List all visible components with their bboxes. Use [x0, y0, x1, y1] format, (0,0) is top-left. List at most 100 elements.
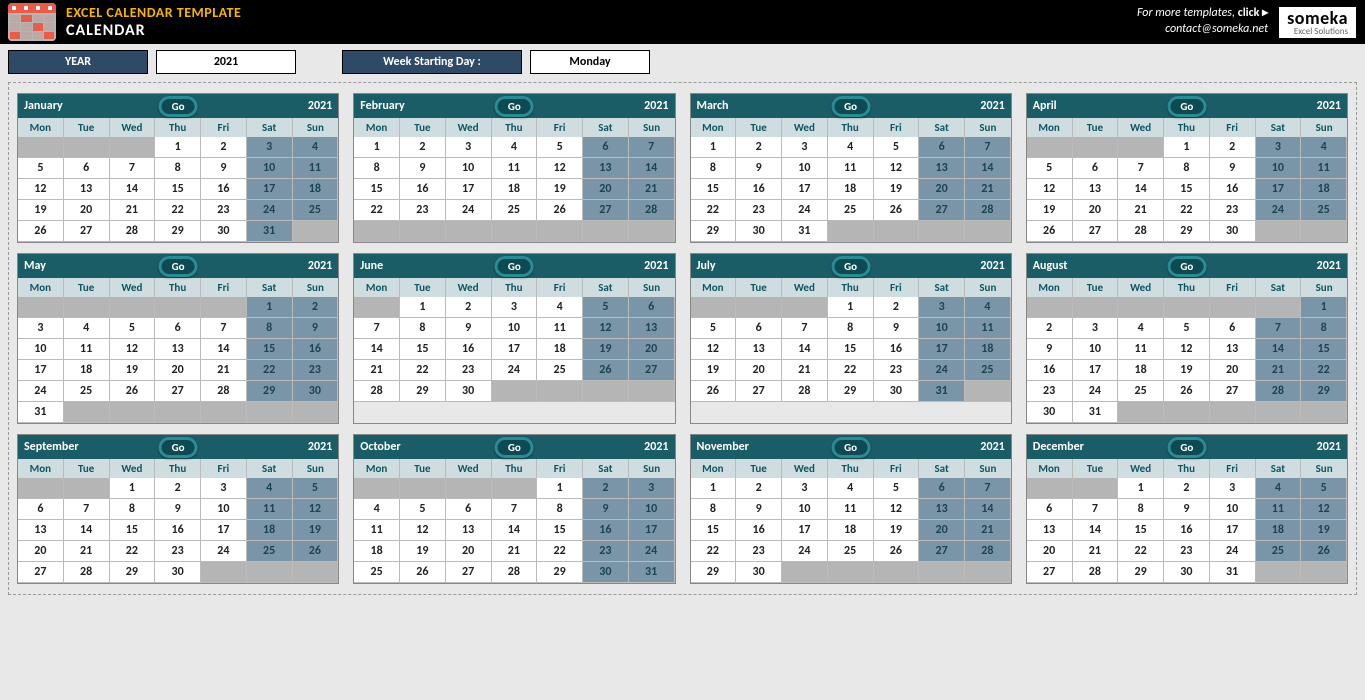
date-cell[interactable]: 9 [1210, 158, 1256, 179]
date-cell[interactable]: 23 [446, 360, 492, 381]
date-cell[interactable]: 3 [18, 318, 64, 339]
date-cell[interactable]: 22 [400, 360, 446, 381]
date-cell[interactable]: 11 [293, 158, 339, 179]
date-cell[interactable]: 3 [247, 137, 293, 158]
date-cell[interactable]: 7 [354, 318, 400, 339]
date-cell[interactable]: 27 [736, 381, 782, 402]
date-cell[interactable]: 31 [1073, 402, 1119, 423]
date-cell[interactable]: 25 [492, 200, 538, 221]
date-cell[interactable]: 25 [1301, 200, 1347, 221]
date-cell[interactable]: 2 [201, 137, 247, 158]
date-cell[interactable]: 4 [354, 499, 400, 520]
date-cell[interactable]: 1 [155, 137, 201, 158]
go-button[interactable]: Go [495, 437, 534, 458]
date-cell[interactable]: 16 [1210, 179, 1256, 200]
date-cell[interactable]: 10 [782, 158, 828, 179]
date-cell[interactable]: 22 [1164, 200, 1210, 221]
date-cell[interactable]: 12 [110, 339, 156, 360]
date-cell[interactable]: 16 [293, 339, 339, 360]
date-cell[interactable]: 13 [1073, 179, 1119, 200]
date-cell[interactable]: 5 [1164, 318, 1210, 339]
date-cell[interactable]: 14 [629, 158, 675, 179]
date-cell[interactable]: 27 [919, 541, 965, 562]
date-cell[interactable]: 15 [828, 339, 874, 360]
date-cell[interactable]: 13 [446, 520, 492, 541]
date-cell[interactable]: 25 [828, 200, 874, 221]
date-cell[interactable]: 30 [736, 221, 782, 242]
date-cell[interactable]: 19 [874, 520, 920, 541]
date-cell[interactable]: 1 [354, 137, 400, 158]
date-cell[interactable]: 13 [155, 339, 201, 360]
date-cell[interactable]: 30 [1164, 562, 1210, 583]
date-cell[interactable]: 27 [583, 200, 629, 221]
date-cell[interactable]: 28 [1073, 562, 1119, 583]
go-button[interactable]: Go [159, 437, 198, 458]
date-cell[interactable]: 18 [492, 179, 538, 200]
date-cell[interactable]: 18 [1256, 520, 1302, 541]
date-cell[interactable]: 4 [293, 137, 339, 158]
date-cell[interactable]: 26 [1301, 541, 1347, 562]
date-cell[interactable]: 2 [874, 297, 920, 318]
date-cell[interactable]: 7 [965, 478, 1011, 499]
date-cell[interactable]: 14 [782, 339, 828, 360]
date-cell[interactable]: 10 [1256, 158, 1302, 179]
date-cell[interactable]: 1 [110, 478, 156, 499]
date-cell[interactable]: 29 [1164, 221, 1210, 242]
date-cell[interactable]: 9 [1027, 339, 1073, 360]
date-cell[interactable]: 22 [247, 360, 293, 381]
date-cell[interactable]: 31 [247, 221, 293, 242]
date-cell[interactable]: 24 [1256, 200, 1302, 221]
date-cell[interactable]: 22 [691, 200, 737, 221]
date-cell[interactable]: 11 [828, 158, 874, 179]
date-cell[interactable]: 7 [1118, 158, 1164, 179]
date-cell[interactable]: 17 [1256, 179, 1302, 200]
date-cell[interactable]: 10 [247, 158, 293, 179]
date-cell[interactable]: 14 [110, 179, 156, 200]
date-cell[interactable]: 19 [1164, 360, 1210, 381]
date-cell[interactable]: 1 [828, 297, 874, 318]
date-cell[interactable]: 5 [293, 478, 339, 499]
date-cell[interactable]: 25 [828, 541, 874, 562]
date-cell[interactable]: 24 [492, 360, 538, 381]
go-button[interactable]: Go [1167, 256, 1206, 277]
date-cell[interactable]: 21 [201, 360, 247, 381]
date-cell[interactable]: 27 [1073, 221, 1119, 242]
date-cell[interactable]: 4 [1118, 318, 1164, 339]
date-cell[interactable]: 5 [874, 137, 920, 158]
date-cell[interactable]: 28 [201, 381, 247, 402]
date-cell[interactable]: 6 [629, 297, 675, 318]
date-cell[interactable]: 5 [110, 318, 156, 339]
date-cell[interactable]: 19 [537, 179, 583, 200]
date-cell[interactable]: 23 [201, 200, 247, 221]
date-cell[interactable]: 6 [64, 158, 110, 179]
date-cell[interactable]: 17 [492, 339, 538, 360]
date-cell[interactable]: 4 [1301, 137, 1347, 158]
date-cell[interactable]: 29 [155, 221, 201, 242]
date-cell[interactable]: 6 [1073, 158, 1119, 179]
date-cell[interactable]: 1 [1118, 478, 1164, 499]
date-cell[interactable]: 8 [247, 318, 293, 339]
date-cell[interactable]: 24 [18, 381, 64, 402]
date-cell[interactable]: 14 [965, 499, 1011, 520]
date-cell[interactable]: 8 [691, 158, 737, 179]
date-cell[interactable]: 8 [354, 158, 400, 179]
date-cell[interactable]: 7 [64, 499, 110, 520]
date-cell[interactable]: 13 [919, 499, 965, 520]
date-cell[interactable]: 3 [1256, 137, 1302, 158]
date-cell[interactable]: 25 [354, 562, 400, 583]
date-cell[interactable]: 20 [919, 179, 965, 200]
date-cell[interactable]: 30 [293, 381, 339, 402]
date-cell[interactable]: 8 [1301, 318, 1347, 339]
date-cell[interactable]: 24 [201, 541, 247, 562]
date-cell[interactable]: 27 [64, 221, 110, 242]
go-button[interactable]: Go [831, 437, 870, 458]
date-cell[interactable]: 19 [18, 200, 64, 221]
date-cell[interactable]: 13 [1027, 520, 1073, 541]
date-cell[interactable]: 24 [446, 200, 492, 221]
year-input[interactable]: 2021 [156, 50, 296, 74]
date-cell[interactable]: 7 [110, 158, 156, 179]
date-cell[interactable]: 26 [293, 541, 339, 562]
date-cell[interactable]: 7 [1256, 318, 1302, 339]
date-cell[interactable]: 2 [155, 478, 201, 499]
date-cell[interactable]: 16 [874, 339, 920, 360]
